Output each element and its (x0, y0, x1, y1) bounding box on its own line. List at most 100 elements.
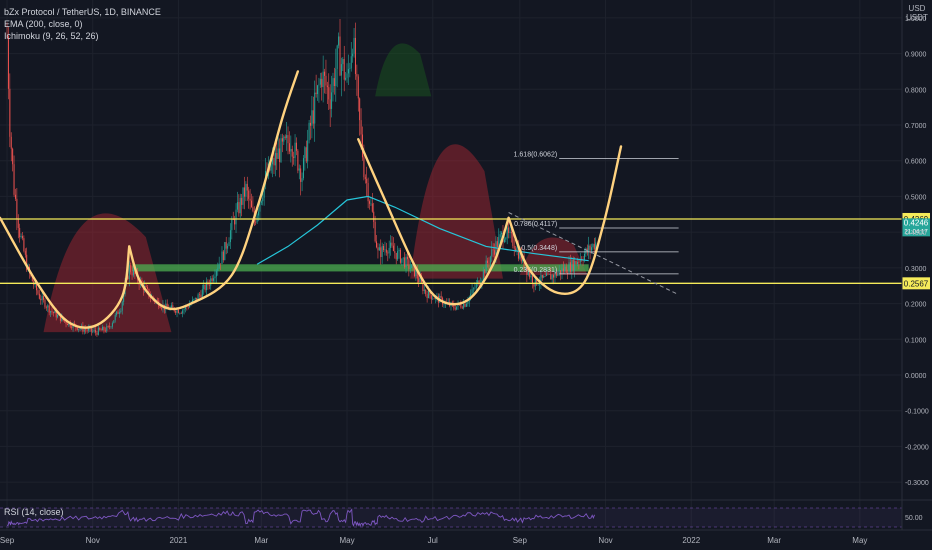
candle-body (505, 238, 507, 240)
price-chart[interactable]: 0.43690.25670.424621:04:17 3.618(1.0738)… (0, 0, 932, 550)
candle-body (383, 246, 385, 251)
candle-body (350, 56, 352, 69)
candle-body (231, 219, 233, 231)
candle-body (357, 76, 359, 99)
candle-body (159, 306, 161, 308)
candle-body (572, 259, 574, 271)
candle-body (543, 275, 545, 278)
price-tag-label: 0.2567 (904, 279, 929, 288)
candle-body (179, 312, 181, 314)
candle-body (287, 135, 289, 144)
candle-body (411, 264, 413, 269)
candle-body (145, 286, 147, 288)
candle-body (66, 323, 68, 326)
candle-body (454, 308, 456, 310)
candle-body (180, 312, 182, 314)
candle-body (307, 140, 309, 162)
candle-body (110, 326, 112, 328)
candle-body (118, 312, 120, 314)
candle-body (592, 244, 594, 248)
candle-body (443, 304, 445, 305)
candle-body (255, 221, 257, 223)
candle-body (300, 168, 302, 182)
price-tick-label: 0.7000 (905, 123, 927, 130)
candle-body (387, 252, 389, 254)
candle-body (93, 330, 95, 332)
candle-body (85, 329, 87, 330)
candle-body (343, 59, 345, 80)
candle-body (20, 236, 22, 238)
candle-body (277, 148, 279, 159)
rsi-tick-label: 50.00 (905, 515, 923, 522)
candle-body (537, 284, 539, 286)
candle-body (405, 256, 407, 268)
candle-body (40, 298, 42, 301)
legend-ema[interactable]: EMA (200, close, 0) (4, 18, 161, 30)
candle-body (214, 276, 216, 279)
axis-unit[interactable]: USD USDT (906, 4, 928, 22)
candle-body (541, 274, 543, 278)
candle-body (220, 263, 222, 265)
candle-body (353, 37, 355, 54)
candle-body (170, 305, 172, 308)
price-tick-label: -0.3000 (905, 480, 929, 487)
candle-body (280, 138, 282, 163)
candle-body (279, 148, 281, 163)
candle-body (380, 247, 382, 258)
candle-body (210, 278, 212, 286)
candle-body (97, 327, 99, 335)
fib-level-label: 0.5(0.3448) (521, 245, 557, 252)
candle-body (175, 311, 177, 313)
candle-body (187, 306, 189, 308)
candle-body (530, 275, 532, 278)
price-tick-label: 0.2000 (905, 302, 927, 309)
candle-body (332, 78, 334, 93)
candle-body (319, 78, 321, 85)
candle-body (359, 98, 361, 121)
candle-body (390, 242, 392, 248)
candle-body (381, 246, 383, 258)
candle-body (440, 295, 442, 298)
candle-body (304, 147, 306, 159)
candle-body (177, 309, 179, 314)
candle-body (221, 251, 223, 265)
candle-body (298, 168, 300, 171)
candle-body (568, 262, 570, 274)
candle-body (248, 190, 250, 199)
candle-body (43, 296, 45, 300)
time-tick-label: Nov (598, 536, 612, 545)
candle-body (156, 300, 158, 301)
candle-body (325, 75, 327, 86)
legend-symbol[interactable]: bZx Protocol / TetherUS, 1D, BINANCE (4, 6, 161, 18)
candle-body (415, 271, 417, 277)
candle-body (86, 329, 88, 331)
candle-body (114, 315, 116, 321)
candle-body (245, 183, 247, 197)
candle-body (47, 305, 49, 308)
candle-body (7, 36, 9, 89)
candle-body (576, 262, 578, 265)
candle-body (346, 73, 348, 78)
candle-body (419, 277, 421, 283)
legend-rsi[interactable]: RSI (14, close) (4, 507, 64, 517)
candle-body (432, 298, 434, 300)
time-tick-label: Sep (513, 536, 528, 545)
candle-body (562, 268, 564, 272)
current-price-label: 0.4246 (904, 218, 929, 227)
candle-body (228, 242, 230, 246)
candle-body (489, 256, 491, 264)
candle-body (199, 294, 201, 296)
candle-body (574, 261, 576, 271)
candle-body (561, 268, 563, 275)
candle-body (235, 209, 237, 225)
candle-body (356, 74, 358, 77)
candle-body (229, 230, 231, 243)
candle-body (408, 259, 410, 269)
time-tick-label: May (339, 536, 354, 545)
candle-body (593, 244, 595, 250)
candle-body (329, 99, 331, 109)
candle-body (324, 71, 326, 76)
time-tick-label: Nov (86, 536, 100, 545)
legend-ichimoku[interactable]: Ichimoku (9, 26, 52, 26) (4, 30, 161, 42)
candle-body (377, 247, 379, 251)
